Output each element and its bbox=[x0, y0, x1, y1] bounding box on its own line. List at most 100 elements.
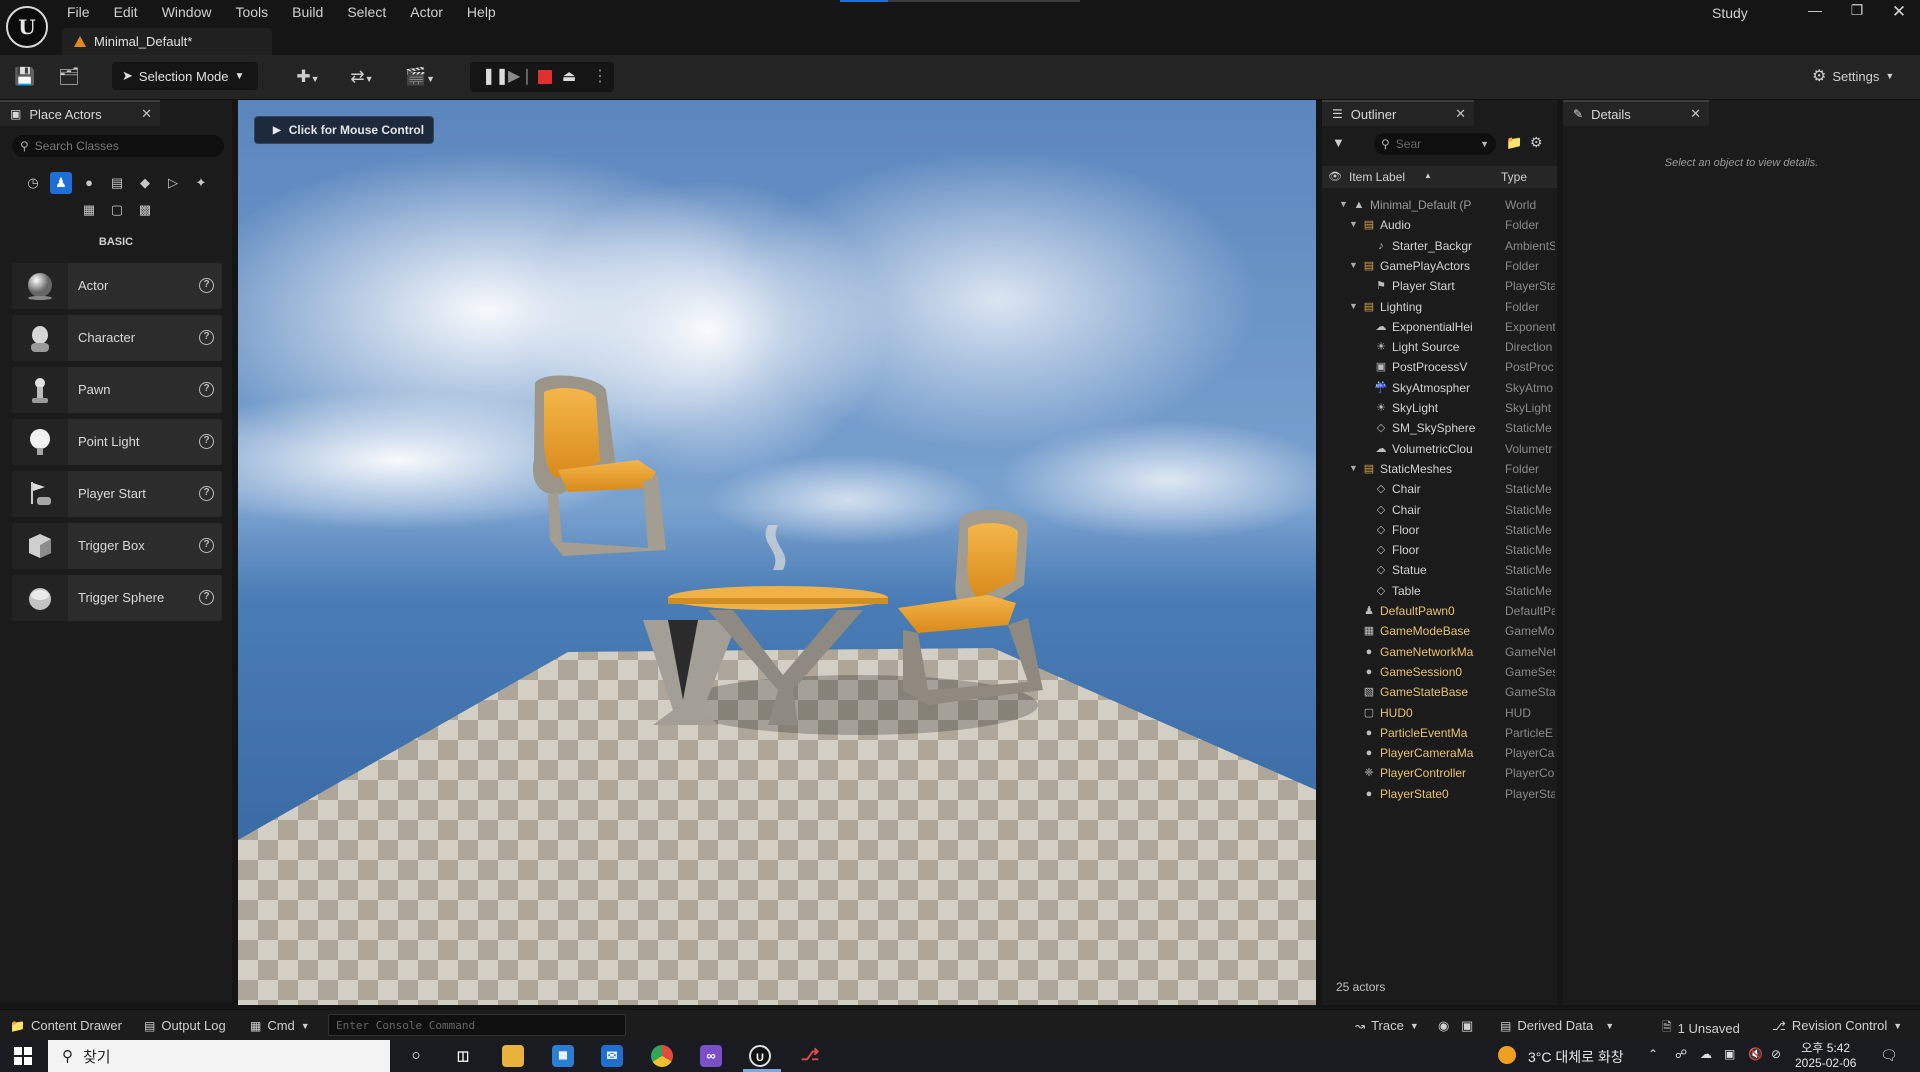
chrome-icon[interactable] bbox=[651, 1045, 673, 1067]
actor-item-pawn[interactable]: Pawn ? bbox=[12, 367, 222, 413]
tab-place-actors[interactable]: ▣ Place Actors ✕ bbox=[0, 100, 160, 126]
help-icon[interactable]: ? bbox=[199, 434, 214, 449]
outliner-row[interactable]: ☔ SkyAtmospher SkyAtmo bbox=[1322, 378, 1557, 398]
git-tool-icon[interactable]: ⎇ bbox=[799, 1045, 821, 1067]
outliner-row[interactable]: ◇ Floor StaticMe bbox=[1322, 540, 1557, 560]
actor-item-character[interactable]: Character ? bbox=[12, 315, 222, 361]
outliner-row[interactable]: ◇ Table StaticMe bbox=[1322, 581, 1557, 601]
content-drawer-button[interactable]: 📁 Content Drawer bbox=[10, 1018, 122, 1033]
recent-icon[interactable]: ◷ bbox=[22, 172, 44, 194]
store-icon[interactable]: ▦ bbox=[552, 1045, 574, 1067]
network-icon[interactable]: ☍ bbox=[1675, 1047, 1687, 1061]
menu-file[interactable]: File bbox=[55, 2, 102, 22]
actor-item-point-light[interactable]: Point Light ? bbox=[12, 419, 222, 465]
outliner-row[interactable]: ▧ GameStateBase GameSta bbox=[1322, 682, 1557, 702]
weather-text[interactable]: 3°C 대체로 화창 bbox=[1528, 1047, 1624, 1067]
cortana-icon[interactable]: ○ bbox=[405, 1045, 427, 1067]
basic-icon[interactable]: ♟ bbox=[50, 172, 72, 194]
outliner-row[interactable]: ● GameNetworkMa GameNet bbox=[1322, 642, 1557, 662]
menu-help[interactable]: Help bbox=[455, 2, 508, 22]
stop-icon[interactable] bbox=[538, 70, 552, 84]
unsaved-button[interactable]: 🗎 1 Unsaved bbox=[1662, 1018, 1740, 1039]
column-item-label[interactable]: Item Label bbox=[1349, 170, 1405, 184]
trace-dropdown[interactable]: ↝ Trace ▼ bbox=[1355, 1018, 1419, 1033]
tray-chevron-icon[interactable]: ⌃ bbox=[1648, 1047, 1658, 1061]
search-classes-input[interactable]: ⚲ Search Classes bbox=[12, 135, 224, 157]
taskbar-clock[interactable]: 오후 5:42 2025-02-06 bbox=[1795, 1041, 1856, 1071]
screenshot-icon[interactable]: ▣ bbox=[1461, 1018, 1473, 1034]
menu-actor[interactable]: Actor bbox=[398, 2, 455, 22]
help-icon[interactable]: ? bbox=[199, 382, 214, 397]
outliner-folder-row[interactable]: ▼ ▤ StaticMeshes Folder bbox=[1322, 459, 1557, 479]
help-icon[interactable]: ? bbox=[199, 590, 214, 605]
outliner-row[interactable]: ● PlayerState0 PlayerSta bbox=[1322, 784, 1557, 804]
tab-outliner[interactable]: ☰ Outliner ✕ bbox=[1322, 100, 1474, 126]
outliner-row[interactable]: ◇ Statue StaticMe bbox=[1322, 560, 1557, 580]
tab-details[interactable]: ✎ Details ✕ bbox=[1563, 100, 1709, 126]
outliner-row[interactable]: ☀ Light Source Direction bbox=[1322, 337, 1557, 357]
outliner-row[interactable]: ◇ Chair StaticMe bbox=[1322, 479, 1557, 499]
console-command-input[interactable]: Enter Console Command bbox=[328, 1014, 626, 1036]
document-tab[interactable]: Minimal_Default* bbox=[62, 28, 272, 55]
add-folder-icon[interactable]: 📁 bbox=[1506, 135, 1522, 151]
notification-icon[interactable]: 🗨 bbox=[1880, 1047, 1898, 1064]
geometry-icon[interactable]: ▦ bbox=[78, 199, 100, 221]
onedrive-icon[interactable]: ☁ bbox=[1700, 1047, 1712, 1061]
record-icon[interactable]: ◉ bbox=[1438, 1018, 1449, 1034]
outliner-row[interactable]: ☁ ExponentialHei Exponent bbox=[1322, 317, 1557, 337]
close-icon[interactable]: ✕ bbox=[1455, 106, 1466, 122]
help-icon[interactable]: ? bbox=[199, 538, 214, 553]
column-type[interactable]: Type bbox=[1501, 170, 1527, 184]
outliner-row[interactable]: ▦ GameModeBase GameMo bbox=[1322, 621, 1557, 641]
gear-icon[interactable]: ⚙ bbox=[1530, 134, 1543, 151]
all-classes-icon[interactable]: ✦ bbox=[190, 172, 212, 194]
outliner-row[interactable]: ◇ Chair StaticMe bbox=[1322, 500, 1557, 520]
menu-tools[interactable]: Tools bbox=[223, 2, 280, 22]
blueprint-icon[interactable]: ⇄▼ bbox=[342, 65, 382, 89]
menu-window[interactable]: Window bbox=[150, 2, 224, 22]
expand-arrow-icon[interactable]: ▼ bbox=[1349, 463, 1358, 473]
step-frame-icon[interactable]: ▶❘ bbox=[508, 69, 534, 85]
outliner-row[interactable]: ❈ PlayerController PlayerCo bbox=[1322, 763, 1557, 783]
ime-icon[interactable]: ⊘ bbox=[1771, 1047, 1781, 1061]
close-icon[interactable]: ✕ bbox=[1690, 106, 1701, 122]
outliner-row[interactable]: ▣ PostProcessV PostProc bbox=[1322, 357, 1557, 377]
actor-item-trigger-sphere[interactable]: Trigger Sphere ? bbox=[12, 575, 222, 621]
help-icon[interactable]: ? bbox=[199, 278, 214, 293]
outliner-row[interactable]: ☀ SkyLight SkyLight bbox=[1322, 398, 1557, 418]
visual-studio-icon[interactable]: ∞ bbox=[700, 1045, 722, 1067]
cinematic-icon[interactable]: ▤ bbox=[106, 172, 128, 194]
save-icon[interactable]: 💾 bbox=[13, 65, 37, 89]
expand-arrow-icon[interactable]: ▼ bbox=[1349, 219, 1358, 229]
actor-item-trigger-box[interactable]: Trigger Box ? bbox=[12, 523, 222, 569]
expand-arrow-icon[interactable]: ▼ bbox=[1349, 260, 1358, 270]
mouse-control-button[interactable]: ▶ Click for Mouse Control bbox=[254, 116, 434, 144]
actor-item-actor[interactable]: Actor ? bbox=[12, 263, 222, 309]
unreal-engine-taskbar-icon[interactable]: U bbox=[749, 1045, 771, 1067]
display-icon[interactable]: ▣ bbox=[1724, 1047, 1735, 1061]
unreal-logo-icon[interactable]: U bbox=[6, 6, 48, 48]
visibility-eye-icon[interactable]: 👁 bbox=[1328, 170, 1342, 183]
level-viewport[interactable]: ▶ Click for Mouse Control bbox=[238, 100, 1316, 1005]
outliner-row[interactable]: ◇ Floor StaticMe bbox=[1322, 520, 1557, 540]
outliner-row[interactable]: ♟ DefaultPawn0 DefaultPa bbox=[1322, 601, 1557, 621]
restore-icon[interactable]: ❐ bbox=[1842, 2, 1872, 22]
eject-icon[interactable]: ⏏ bbox=[562, 69, 576, 85]
expand-arrow-icon[interactable]: ▼ bbox=[1349, 301, 1358, 311]
outliner-row[interactable]: ◇ SM_SkySphere StaticMe bbox=[1322, 418, 1557, 438]
volumes-icon[interactable]: ▷ bbox=[162, 172, 184, 194]
outliner-folder-row[interactable]: ▼ ▤ GamePlayActors Folder bbox=[1322, 256, 1557, 276]
outliner-row[interactable]: ● PlayerCameraMa PlayerCa bbox=[1322, 743, 1557, 763]
minimize-icon[interactable]: — bbox=[1800, 2, 1830, 22]
content-browser-icon[interactable]: 🗂 bbox=[57, 65, 81, 89]
volume-muted-icon[interactable]: 🔇 bbox=[1748, 1047, 1763, 1061]
more-options-icon[interactable]: ⋮ bbox=[592, 69, 608, 85]
revision-control-dropdown[interactable]: ⎇ Revision Control ▼ bbox=[1772, 1018, 1902, 1033]
selection-mode-dropdown[interactable]: ➤ Selection Mode ▼ bbox=[112, 62, 258, 90]
settings-button[interactable]: ⚙ Settings ▼ bbox=[1812, 66, 1894, 86]
outliner-search-input[interactable]: ⚲ Sear ▼ bbox=[1374, 133, 1496, 155]
cinematics-icon[interactable]: 🎬▼ bbox=[400, 65, 440, 89]
task-view-icon[interactable]: ◫ bbox=[452, 1045, 474, 1067]
outliner-row[interactable]: ● GameSession0 GameSes bbox=[1322, 662, 1557, 682]
outliner-row[interactable]: ♪ Starter_Backgr AmbientS bbox=[1322, 236, 1557, 256]
